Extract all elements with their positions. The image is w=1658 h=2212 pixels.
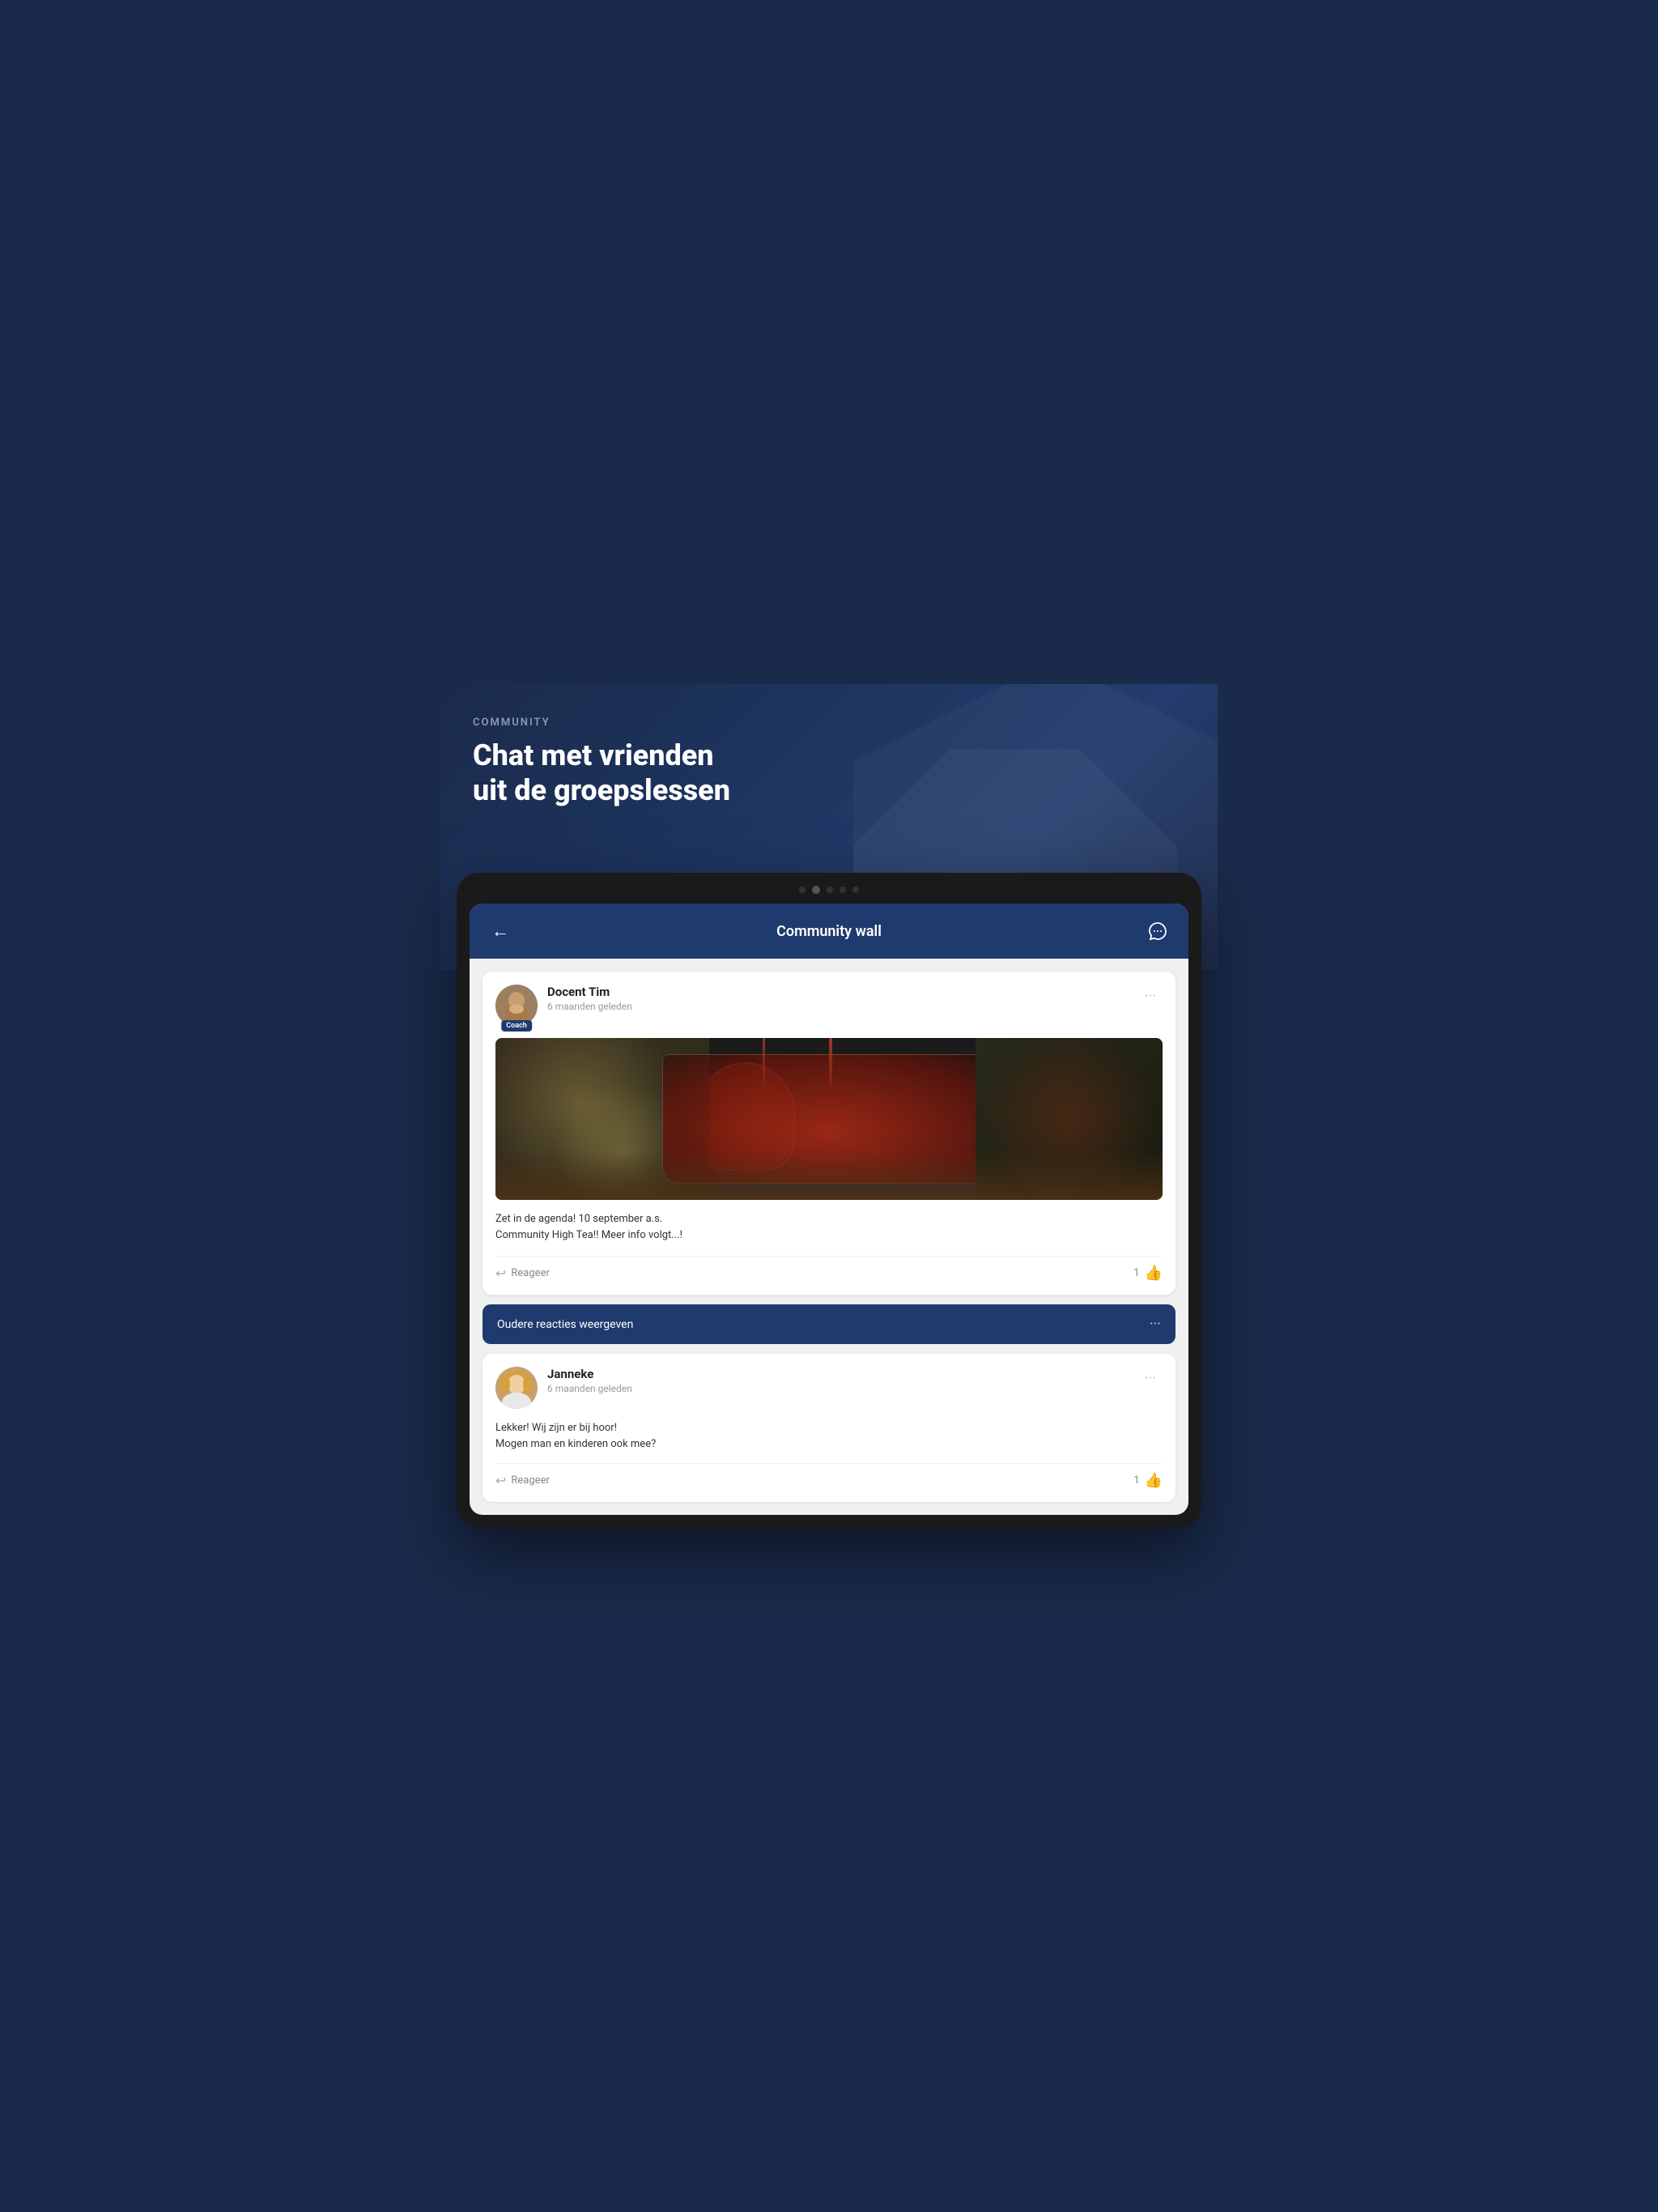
comment-body: Lekker! Wij zijn er bij hoor! Mogen man … [495, 1420, 1163, 1452]
post-reply-label: Reageer [511, 1267, 549, 1279]
comment-reply-icon: ↩ [495, 1473, 506, 1488]
comment-reply-button[interactable]: ↩ Reageer [495, 1473, 550, 1488]
reply-icon: ↩ [495, 1266, 506, 1281]
comment-avatar-wrap [495, 1367, 538, 1409]
comment-options-button[interactable]: ··· [1138, 1367, 1163, 1390]
post-options-button[interactable]: ··· [1138, 985, 1163, 1008]
chat-bubble-icon [1147, 921, 1168, 942]
comment-line1: Lekker! Wij zijn er bij hoor! [495, 1422, 617, 1434]
comment-reply-label: Reageer [511, 1474, 549, 1487]
comment-like-icon: 👍 [1145, 1472, 1163, 1489]
post-text-line2: Community High Tea!! Meer info volgt...! [495, 1229, 682, 1241]
camera-bar [470, 886, 1188, 894]
post-header: Coach Docent Tim 6 maanden geleden ··· [495, 985, 1163, 1027]
post-like-count: 1 [1133, 1267, 1139, 1279]
post-time: 6 maanden geleden [547, 1001, 632, 1012]
comment-avatar-image [495, 1367, 538, 1409]
device-frame: ← Community wall [457, 873, 1201, 1528]
comment-footer: ↩ Reageer 1 👍 [495, 1463, 1163, 1489]
tea-pour-stream [829, 1038, 832, 1087]
camera-dot-4 [840, 887, 846, 893]
like-icon: 👍 [1145, 1265, 1163, 1282]
hero-title: Chat met vrienden uit de groepslessen [473, 738, 1185, 808]
post-author-info: Docent Tim 6 maanden geleden [547, 985, 632, 1012]
post-footer: ↩ Reageer 1 👍 [495, 1256, 1163, 1282]
app-screen: ← Community wall [470, 904, 1188, 1515]
post-card: Coach Docent Tim 6 maanden geleden ··· [483, 972, 1175, 1295]
camera-dot-3 [827, 887, 833, 893]
chat-icon-button[interactable] [1143, 917, 1172, 946]
post-text: Zet in de agenda! 10 september a.s. Comm… [495, 1211, 1163, 1243]
app-header: ← Community wall [470, 904, 1188, 959]
hero-title-line1: Chat met vrienden [473, 738, 714, 772]
camera-dot-5 [852, 887, 859, 893]
comment-header: Janneke 6 maanden geleden ··· [495, 1367, 1163, 1409]
page-wrapper: COMMUNITY Chat met vrienden uit de groep… [440, 684, 1218, 1528]
comment-like-area[interactable]: 1 👍 [1133, 1472, 1163, 1489]
camera-dot-2 [812, 886, 820, 894]
post-like-area[interactable]: 1 👍 [1133, 1265, 1163, 1282]
hero-title-line2: uit de groepslessen [473, 773, 730, 807]
post-image [495, 1038, 1163, 1200]
comment-author-name: Janneke [547, 1367, 632, 1381]
app-content: Coach Docent Tim 6 maanden geleden ··· [470, 959, 1188, 1515]
comment-avatar [495, 1367, 538, 1409]
older-reactions-bar[interactable]: Oudere reacties weergeven ··· [483, 1304, 1175, 1344]
comment-like-count: 1 [1133, 1474, 1139, 1487]
camera-dot-1 [799, 887, 806, 893]
comment-card: Janneke 6 maanden geleden ··· Lekker! Wi… [483, 1354, 1175, 1502]
older-reactions-options[interactable]: ··· [1150, 1316, 1161, 1333]
tea-bottom-herbs [495, 1151, 1163, 1200]
comment-time: 6 maanden geleden [547, 1383, 632, 1394]
post-text-line1: Zet in de agenda! 10 september a.s. [495, 1213, 662, 1225]
older-reactions-label: Oudere reacties weergeven [497, 1318, 633, 1331]
comment-line2: Mogen man en kinderen ook mee? [495, 1438, 656, 1450]
header-title: Community wall [776, 923, 882, 940]
post-reply-button[interactable]: ↩ Reageer [495, 1266, 550, 1281]
coach-badge: Coach [501, 1020, 532, 1032]
comment-author-info: Janneke 6 maanden geleden [547, 1367, 632, 1394]
back-button[interactable]: ← [486, 917, 515, 946]
section-label: COMMUNITY [473, 717, 1185, 729]
tea-photo [495, 1038, 1163, 1200]
post-author-name: Docent Tim [547, 985, 632, 999]
author-avatar-wrap: Coach [495, 985, 538, 1027]
